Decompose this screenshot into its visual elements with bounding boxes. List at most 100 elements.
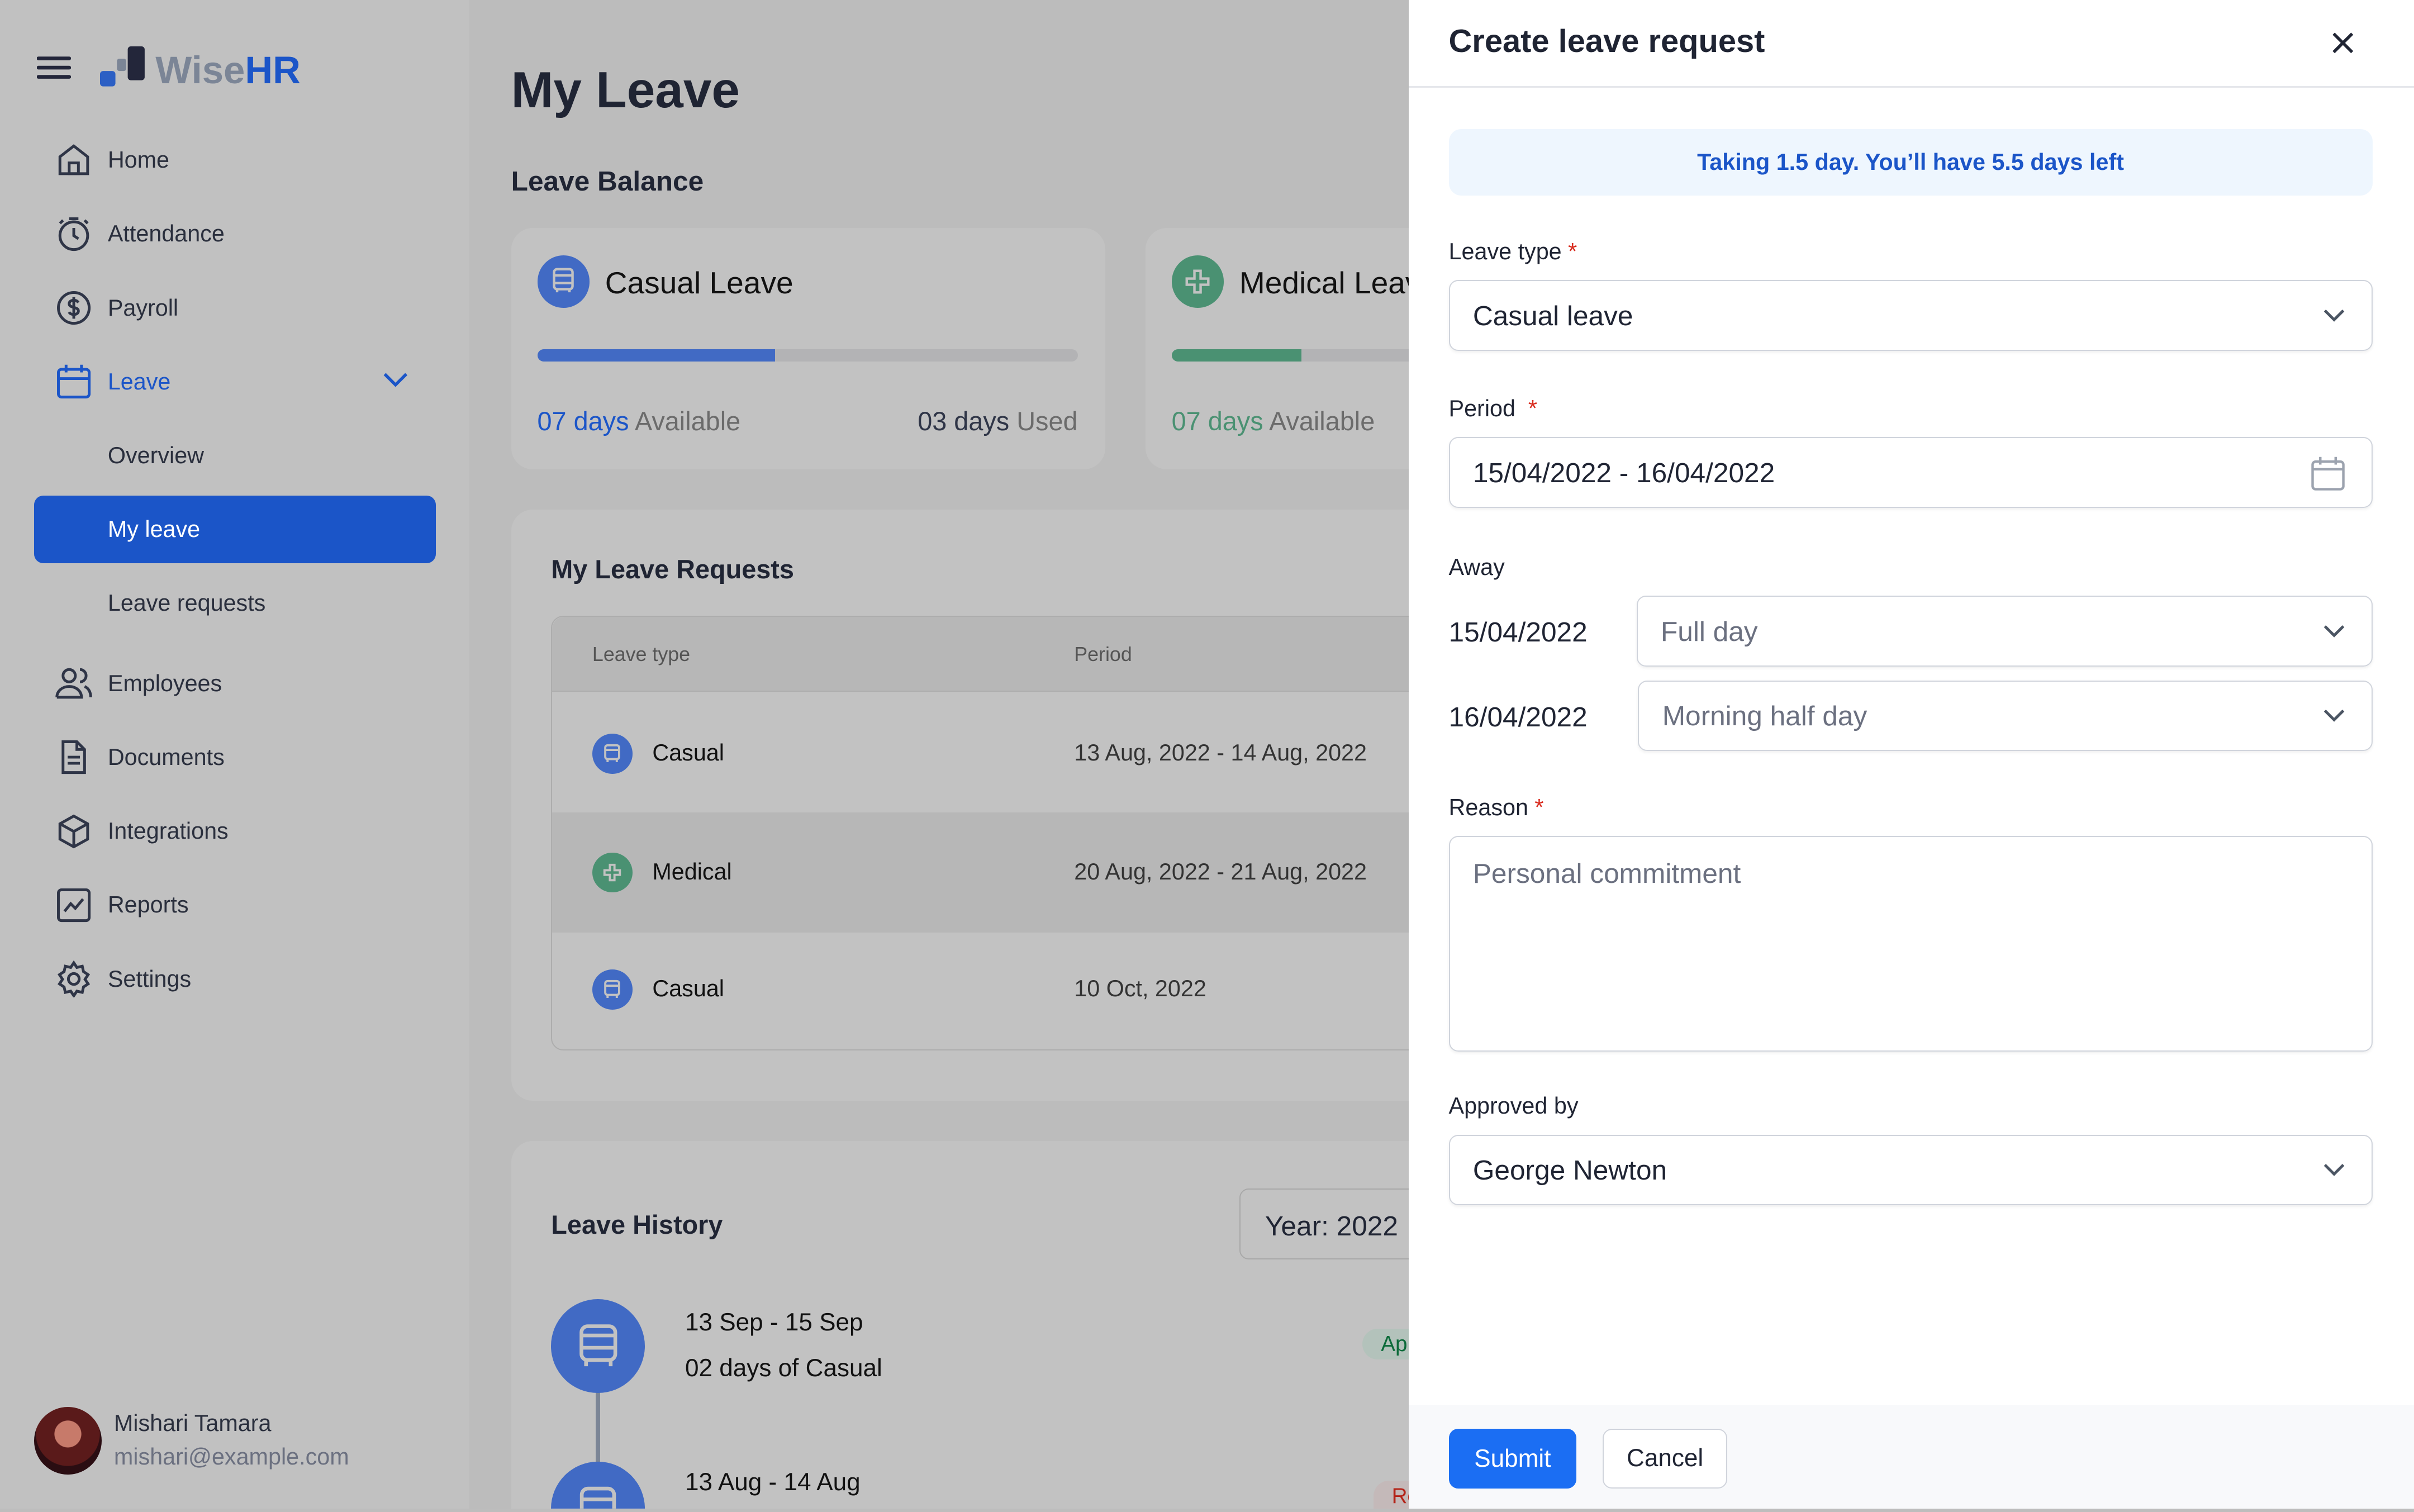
history-heading: Leave History xyxy=(551,1210,723,1240)
casual-progress-bar xyxy=(537,349,1078,362)
history-dates: 13 Aug - 14 Aug xyxy=(685,1468,861,1496)
bus-icon xyxy=(537,255,590,308)
user-email: mishari@example.com xyxy=(113,1444,349,1470)
bus-icon xyxy=(551,1461,645,1509)
sidebar-item-label: Documents xyxy=(107,744,225,770)
column-period: Period xyxy=(1074,643,1132,665)
sidebar-item-leave[interactable]: Leave xyxy=(34,348,436,416)
sidebar-item-reports[interactable]: Reports xyxy=(34,871,436,939)
page-title: My Leave xyxy=(511,62,740,119)
medical-cross-icon xyxy=(1171,255,1224,308)
sidebar-item-settings[interactable]: Settings xyxy=(34,945,436,1013)
table-row[interactable]: Casual 13 Aug, 2022 - 14 Aug, 2022 xyxy=(552,692,1476,812)
sidebar-item-leave-requests[interactable]: Leave requests xyxy=(34,569,436,637)
close-icon[interactable] xyxy=(2329,29,2357,57)
calendar-icon[interactable] xyxy=(2310,455,2346,492)
submit-button[interactable]: Submit xyxy=(1448,1428,1577,1489)
users-icon xyxy=(54,663,94,703)
chevron-down-icon[interactable] xyxy=(382,371,410,389)
row-leave-type: Casual xyxy=(652,740,724,766)
sidebar-item-label: Payroll xyxy=(107,294,179,321)
panel-footer: Submit Cancel xyxy=(1408,1405,2414,1509)
required-mark: * xyxy=(1568,239,1577,265)
sidebar-item-payroll[interactable]: Payroll xyxy=(34,274,436,341)
brand-name-wise: Wise xyxy=(155,49,245,92)
away-date: 16/04/2022 xyxy=(1448,701,1588,733)
leave-type-select[interactable]: Casual leave xyxy=(1448,280,2373,351)
progress-fill xyxy=(1171,349,1301,362)
sidebar-item-label: Reports xyxy=(107,892,189,918)
divider xyxy=(1408,86,2414,88)
row-period: 10 Oct, 2022 xyxy=(1074,975,1206,1001)
used-count: 03 days xyxy=(918,407,1010,436)
sidebar-item-documents[interactable]: Documents xyxy=(34,724,436,791)
sidebar-item-label: Integrations xyxy=(107,818,229,844)
leave-type-label: Leave type * xyxy=(1448,239,1577,265)
sidebar: WiseHR Home Attendance Payroll Leave Ove… xyxy=(0,0,470,1509)
sidebar-item-label: Leave requests xyxy=(107,590,266,616)
row-leave-type: Medical xyxy=(652,858,732,885)
dollar-icon xyxy=(54,288,94,328)
sidebar-item-my-leave[interactable]: My leave xyxy=(34,496,436,564)
sidebar-item-integrations[interactable]: Integrations xyxy=(34,797,436,865)
logo-mark-icon xyxy=(100,46,145,87)
cube-icon xyxy=(54,811,94,852)
create-leave-request-panel: Create leave request Taking 1.5 day. You… xyxy=(1408,0,2414,1509)
brand-logo[interactable]: WiseHR xyxy=(100,46,301,89)
sidebar-item-label: My leave xyxy=(107,516,201,543)
hamburger-menu-icon[interactable] xyxy=(37,55,71,80)
away-label: Away xyxy=(1448,554,1505,580)
stopwatch-icon xyxy=(54,214,94,254)
bus-icon xyxy=(592,969,633,1010)
away-day-1-select[interactable]: Full day xyxy=(1636,596,2373,667)
available-label: Available xyxy=(634,407,741,436)
sidebar-item-employees[interactable]: Employees xyxy=(34,650,436,717)
row-period: 13 Aug, 2022 - 14 Aug, 2022 xyxy=(1074,740,1367,766)
document-icon xyxy=(54,738,94,778)
row-leave-type: Casual xyxy=(652,975,724,1001)
column-leave-type: Leave type xyxy=(592,643,691,665)
available-count: 07 days xyxy=(1171,407,1263,436)
reason-textarea[interactable]: Personal commitment xyxy=(1448,836,2373,1052)
chevron-down-icon xyxy=(2322,703,2346,728)
sidebar-item-label: Employees xyxy=(107,670,222,696)
sidebar-item-home[interactable]: Home xyxy=(34,126,436,194)
available-label: Available xyxy=(1269,407,1375,436)
table-row[interactable]: Medical 20 Aug, 2022 - 21 Aug, 2022 xyxy=(552,812,1476,933)
chart-icon xyxy=(54,885,94,925)
reason-label: Reason * xyxy=(1448,794,1544,820)
bus-icon xyxy=(592,734,633,774)
brand-name-hr: HR xyxy=(245,49,301,92)
bus-icon xyxy=(551,1299,645,1394)
chevron-down-icon xyxy=(2322,1157,2346,1182)
home-icon xyxy=(54,140,94,180)
avatar[interactable] xyxy=(34,1407,102,1475)
approved-by-select[interactable]: George Newton xyxy=(1448,1134,2373,1206)
sidebar-item-label: Settings xyxy=(107,966,192,992)
period-label: Period * xyxy=(1448,396,1537,422)
used-label: Used xyxy=(1016,407,1078,436)
gear-icon xyxy=(54,959,94,999)
card-title: Casual Leave xyxy=(605,265,793,300)
progress-fill xyxy=(537,349,775,362)
row-period: 20 Aug, 2022 - 21 Aug, 2022 xyxy=(1074,858,1367,885)
leave-balance-heading: Leave Balance xyxy=(511,165,704,197)
period-input[interactable]: 15/04/2022 - 16/04/2022 xyxy=(1448,437,2373,508)
panel-title: Create leave request xyxy=(1448,23,1765,60)
available-count: 07 days xyxy=(537,407,629,436)
approved-by-label: Approved by xyxy=(1448,1093,1579,1119)
sidebar-item-attendance[interactable]: Attendance xyxy=(34,200,436,268)
away-day-2-select[interactable]: Morning half day xyxy=(1638,680,2373,752)
calendar-icon xyxy=(54,362,94,402)
table-row[interactable]: Casual 10 Oct, 2022 xyxy=(552,929,1476,1049)
user-name: Mishari Tamara xyxy=(113,1410,272,1436)
sidebar-item-label: Home xyxy=(107,147,170,173)
chevron-down-icon xyxy=(2322,303,2346,327)
sidebar-item-overview[interactable]: Overview xyxy=(34,422,436,489)
cancel-button[interactable]: Cancel xyxy=(1603,1428,1728,1489)
required-mark: * xyxy=(1528,396,1537,422)
card-title: Medical Leave xyxy=(1239,265,1438,300)
chevron-down-icon xyxy=(2322,619,2346,643)
away-date: 15/04/2022 xyxy=(1448,616,1588,648)
timeline-connector xyxy=(596,1390,601,1465)
